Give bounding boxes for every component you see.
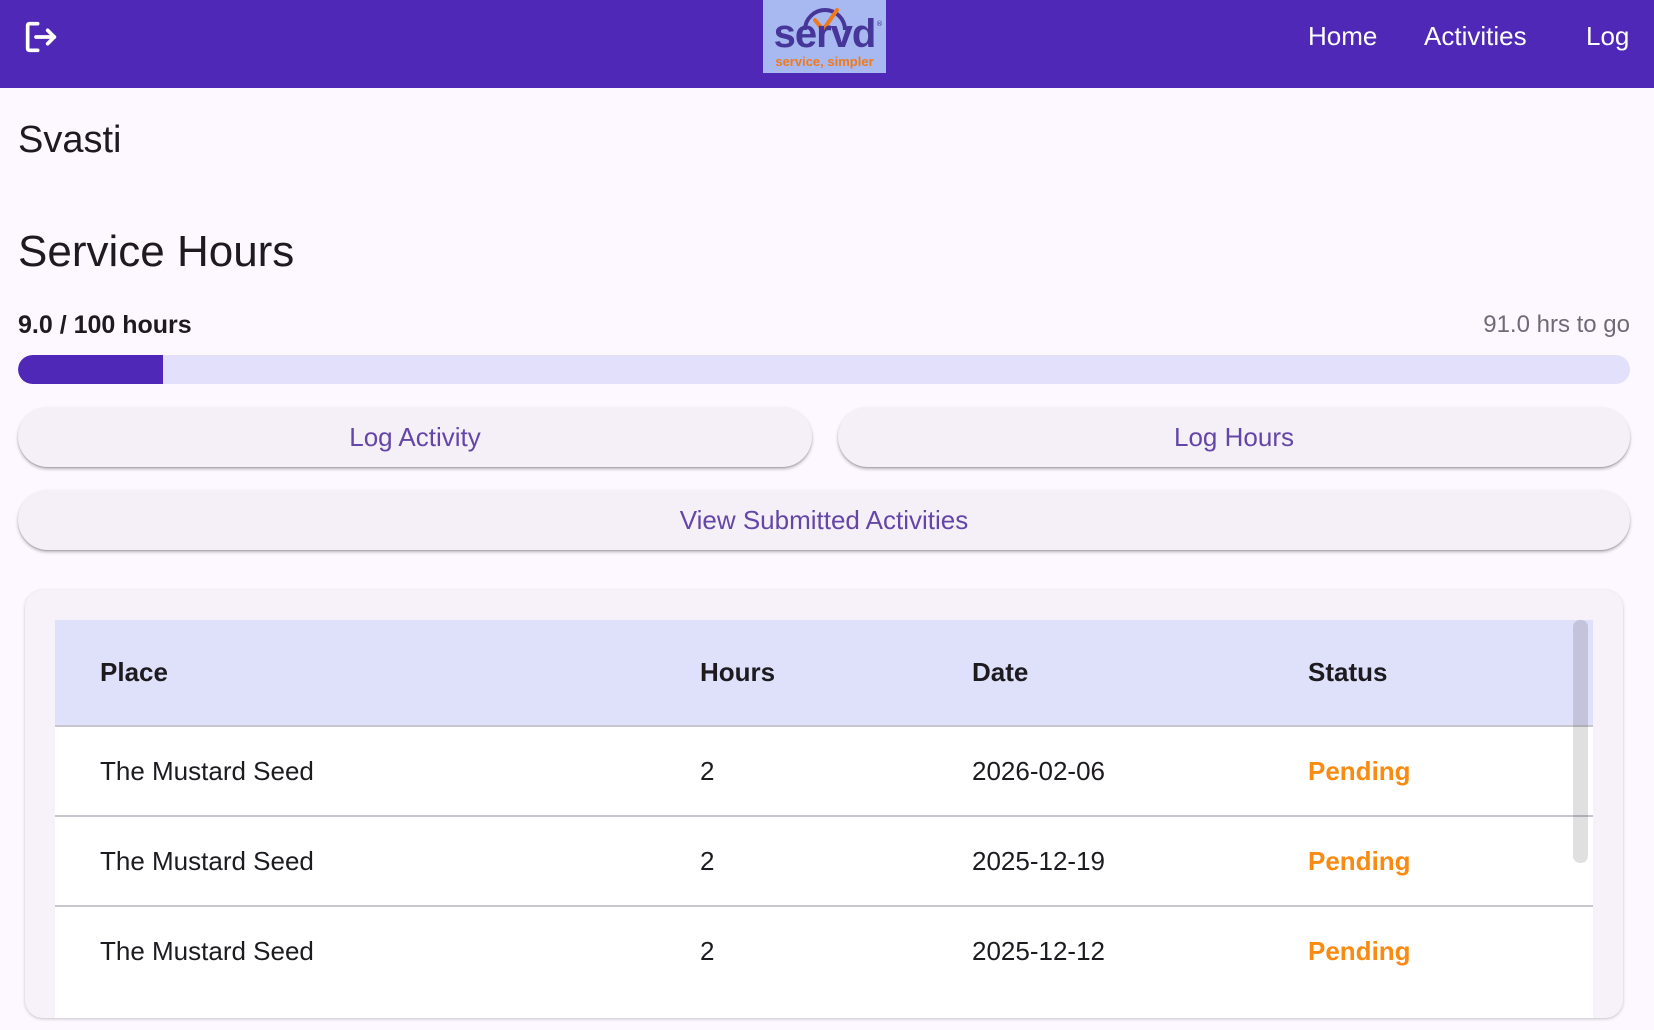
log-hours-button[interactable]: Log Hours [838, 407, 1630, 467]
logout-button[interactable] [14, 10, 68, 64]
status-badge: Pending [1308, 756, 1411, 786]
app-bar: servd ® service, simpler Home Activities… [0, 0, 1654, 88]
nav-home[interactable]: Home [1308, 18, 1377, 54]
logo-registered-mark: ® [876, 20, 883, 28]
column-header-status[interactable]: Status [1308, 620, 1387, 725]
nav-log[interactable]: Log [1586, 18, 1629, 54]
table-row[interactable]: The Mustard Seed 2 2025-12-19 Pending [55, 817, 1593, 907]
table-row[interactable]: The Mustard Seed 2 2026-02-06 Pending [55, 727, 1593, 817]
cell-place: The Mustard Seed [100, 936, 314, 966]
status-badge: Pending [1308, 936, 1411, 966]
submitted-activities-card: Place Hours Date Status The Mustard Seed… [25, 590, 1623, 1018]
cell-place: The Mustard Seed [100, 846, 314, 876]
cell-hours: 2 [700, 756, 715, 786]
cell-date: 2025-12-12 [972, 936, 1105, 966]
hours-remaining-text: 91.0 hrs to go [1483, 311, 1630, 338]
view-submitted-activities-button[interactable]: View Submitted Activities [18, 490, 1630, 550]
table-header: Place Hours Date Status [55, 620, 1593, 727]
column-header-place[interactable]: Place [100, 620, 168, 725]
cell-date: 2026-02-06 [972, 756, 1105, 786]
hours-progress-bar [18, 355, 1630, 384]
service-hours-title: Service Hours [18, 227, 295, 276]
status-badge: Pending [1308, 846, 1411, 876]
table-row[interactable]: The Mustard Seed 2 2025-12-12 Pending [55, 907, 1593, 997]
logo-wordmark: servd [773, 12, 877, 56]
user-name: Svasti [18, 119, 122, 161]
nav-activities[interactable]: Activities [1424, 18, 1527, 54]
cell-hours: 2 [700, 936, 715, 966]
servd-logo: servd ® service, simpler [763, 0, 886, 73]
log-activity-button[interactable]: Log Activity [18, 407, 812, 467]
column-header-hours[interactable]: Hours [700, 620, 775, 725]
column-header-date[interactable]: Date [972, 620, 1028, 725]
logout-icon [25, 21, 57, 53]
hours-progress-text: 9.0 / 100 hours [18, 311, 192, 339]
activities-table[interactable]: Place Hours Date Status The Mustard Seed… [55, 620, 1593, 1018]
cell-hours: 2 [700, 846, 715, 876]
hours-progress-fill [18, 355, 164, 384]
table-scrollbar[interactable] [1573, 620, 1588, 863]
cell-date: 2025-12-19 [972, 846, 1105, 876]
cell-place: The Mustard Seed [100, 756, 314, 786]
logo-tagline: service, simpler [775, 54, 874, 69]
